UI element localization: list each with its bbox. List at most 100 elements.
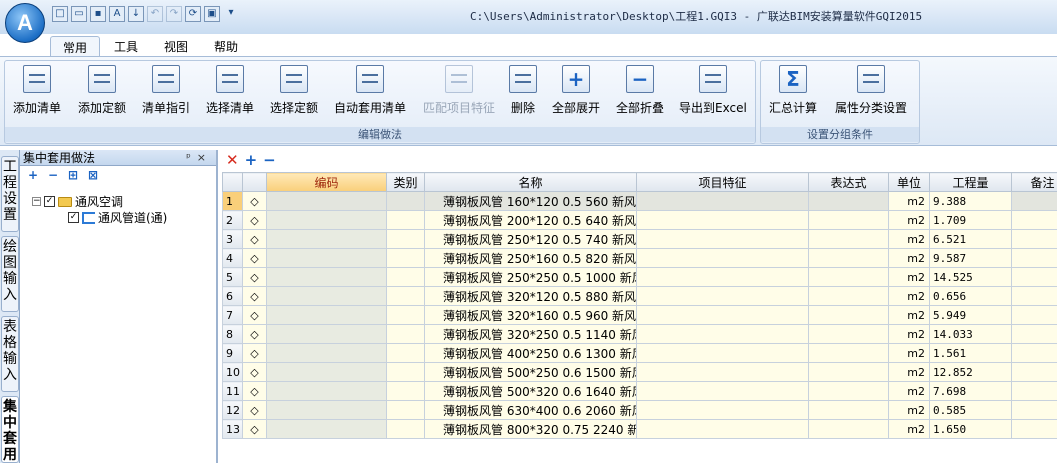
row-number[interactable]: 12 bbox=[222, 400, 243, 420]
cell-expression[interactable] bbox=[808, 400, 889, 420]
row-number[interactable]: 2 bbox=[222, 210, 243, 230]
collapse-icon[interactable]: − bbox=[46, 168, 60, 182]
open-folder-icon[interactable]: ▭ bbox=[71, 6, 87, 22]
cell-remark[interactable] bbox=[1011, 343, 1057, 363]
cell-feature[interactable] bbox=[636, 419, 809, 439]
screen-icon[interactable]: ▣ bbox=[204, 6, 220, 22]
cell-remark[interactable] bbox=[1011, 191, 1057, 211]
cell-quantity[interactable]: 9.587 bbox=[929, 248, 1012, 268]
cell-expression[interactable] bbox=[808, 286, 889, 306]
table-row[interactable]: 6◇ 薄钢板风管 320*120 0.5 880 新风系统 m20.656 bbox=[222, 286, 1057, 306]
cell-remark[interactable] bbox=[1011, 381, 1057, 401]
cell-code[interactable] bbox=[266, 267, 387, 287]
table-row[interactable]: 10◇ 薄钢板风管 500*250 0.6 1500 新风系统 m212.852 bbox=[222, 362, 1057, 382]
vtab-centralized-apply[interactable]: 集中套用 bbox=[1, 396, 19, 463]
cell-expression[interactable] bbox=[808, 343, 889, 363]
cell-expression[interactable] bbox=[808, 229, 889, 249]
cell-category[interactable] bbox=[386, 343, 425, 363]
collapse-all-button[interactable]: − 全部折叠 bbox=[616, 65, 664, 116]
cell-feature[interactable] bbox=[636, 381, 809, 401]
cell-code[interactable] bbox=[266, 419, 387, 439]
auto-apply-bill-button[interactable]: 自动套用清单 bbox=[334, 65, 406, 116]
row-number[interactable]: 9 bbox=[222, 343, 243, 363]
cell-code[interactable] bbox=[266, 248, 387, 268]
col-header-name[interactable]: 名称 bbox=[424, 172, 637, 192]
col-header-feature[interactable]: 项目特征 bbox=[636, 172, 809, 192]
cell-name[interactable]: 薄钢板风管 500*250 0.6 1500 新风系统 bbox=[424, 362, 637, 382]
expand-icon[interactable]: + bbox=[26, 168, 40, 182]
cell-remark[interactable] bbox=[1011, 362, 1057, 382]
col-header-quantity[interactable]: 工程量 bbox=[929, 172, 1012, 192]
pin-icon[interactable]: ᵖ bbox=[186, 151, 197, 164]
tab-tools[interactable]: 工具 bbox=[102, 36, 150, 56]
select-quota-button[interactable]: 选择定额 bbox=[270, 65, 318, 116]
cell-unit[interactable]: m2 bbox=[888, 381, 930, 401]
row-number[interactable]: 7 bbox=[222, 305, 243, 325]
refresh-icon[interactable]: ⟳ bbox=[185, 6, 201, 22]
cell-quantity[interactable]: 14.525 bbox=[929, 267, 1012, 287]
select-bill-button[interactable]: 选择清单 bbox=[206, 65, 254, 116]
undo-icon[interactable]: ↶ bbox=[147, 6, 163, 22]
table-row[interactable]: 11◇ 薄钢板风管 500*320 0.6 1640 新风系统 m27.698 bbox=[222, 381, 1057, 401]
row-number[interactable]: 1 bbox=[222, 191, 243, 211]
bill-guide-button[interactable]: 清单指引 bbox=[142, 65, 190, 116]
cell-name[interactable]: 薄钢板风管 200*120 0.5 640 新风系统 bbox=[424, 210, 637, 230]
cell-feature[interactable] bbox=[636, 343, 809, 363]
cell-unit[interactable]: m2 bbox=[888, 248, 930, 268]
export-excel-button[interactable]: 导出到Excel bbox=[679, 65, 747, 116]
cell-category[interactable] bbox=[386, 381, 425, 401]
cell-quantity[interactable]: 1.650 bbox=[929, 419, 1012, 439]
cell-code[interactable] bbox=[266, 400, 387, 420]
cell-code[interactable] bbox=[266, 381, 387, 401]
cell-quantity[interactable]: 6.521 bbox=[929, 229, 1012, 249]
cell-unit[interactable]: m2 bbox=[888, 229, 930, 249]
cell-expression[interactable] bbox=[808, 305, 889, 325]
cell-code[interactable] bbox=[266, 229, 387, 249]
cell-quantity[interactable]: 0.656 bbox=[929, 286, 1012, 306]
cell-feature[interactable] bbox=[636, 248, 809, 268]
cell-quantity[interactable]: 7.698 bbox=[929, 381, 1012, 401]
cell-expression[interactable] bbox=[808, 267, 889, 287]
cell-category[interactable] bbox=[386, 267, 425, 287]
tree-expand-icon[interactable]: ⊞ bbox=[66, 168, 80, 182]
close-icon[interactable]: × bbox=[197, 151, 212, 164]
cell-feature[interactable] bbox=[636, 229, 809, 249]
table-row[interactable]: 3◇ 薄钢板风管 250*120 0.5 740 新风系统 m26.521 bbox=[222, 229, 1057, 249]
table-row[interactable]: 4◇ 薄钢板风管 250*160 0.5 820 新风系统 m29.587 bbox=[222, 248, 1057, 268]
cell-category[interactable] bbox=[386, 324, 425, 344]
cell-unit[interactable]: m2 bbox=[888, 419, 930, 439]
table-row[interactable]: 12◇ 薄钢板风管 630*400 0.6 2060 新风系统 m20.585 bbox=[222, 400, 1057, 420]
cell-unit[interactable]: m2 bbox=[888, 286, 930, 306]
cell-remark[interactable] bbox=[1011, 248, 1057, 268]
cell-feature[interactable] bbox=[636, 286, 809, 306]
cell-remark[interactable] bbox=[1011, 305, 1057, 325]
cell-name[interactable]: 薄钢板风管 320*160 0.5 960 新风系统 bbox=[424, 305, 637, 325]
row-number[interactable]: 4 bbox=[222, 248, 243, 268]
table-row[interactable]: 7◇ 薄钢板风管 320*160 0.5 960 新风系统 m25.949 bbox=[222, 305, 1057, 325]
cell-name[interactable]: 薄钢板风管 250*160 0.5 820 新风系统 bbox=[424, 248, 637, 268]
table-row[interactable]: 1◇ 薄钢板风管 160*120 0.5 560 新风系统 m29.388 bbox=[222, 191, 1057, 211]
cell-quantity[interactable]: 1.709 bbox=[929, 210, 1012, 230]
app-save-icon[interactable]: A bbox=[109, 6, 125, 22]
save-icon[interactable]: ▪ bbox=[90, 6, 106, 22]
cell-unit[interactable]: m2 bbox=[888, 400, 930, 420]
import-icon[interactable]: ↓ bbox=[128, 6, 144, 22]
cell-category[interactable] bbox=[386, 191, 425, 211]
vtab-project-settings[interactable]: 工程设置 bbox=[1, 156, 19, 232]
col-header-code[interactable]: 编码 bbox=[266, 172, 387, 192]
cell-category[interactable] bbox=[386, 419, 425, 439]
tree-delete-icon[interactable]: ⊠ bbox=[86, 168, 100, 182]
checkbox-hvac[interactable]: ✓ bbox=[44, 196, 55, 207]
cell-name[interactable]: 薄钢板风管 400*250 0.6 1300 新风系统 bbox=[424, 343, 637, 363]
cell-quantity[interactable]: 9.388 bbox=[929, 191, 1012, 211]
cell-code[interactable] bbox=[266, 305, 387, 325]
expand-all-small-icon[interactable]: + bbox=[245, 152, 258, 170]
cell-expression[interactable] bbox=[808, 210, 889, 230]
application-button[interactable]: A bbox=[5, 3, 45, 43]
cell-feature[interactable] bbox=[636, 324, 809, 344]
cell-feature[interactable] bbox=[636, 305, 809, 325]
tree-node-hvac[interactable]: − ✓ 通风空调 bbox=[32, 193, 123, 210]
delete-x-icon[interactable]: ✕ bbox=[226, 152, 239, 170]
expand-all-button[interactable]: + 全部展开 bbox=[552, 65, 600, 116]
cell-remark[interactable] bbox=[1011, 210, 1057, 230]
